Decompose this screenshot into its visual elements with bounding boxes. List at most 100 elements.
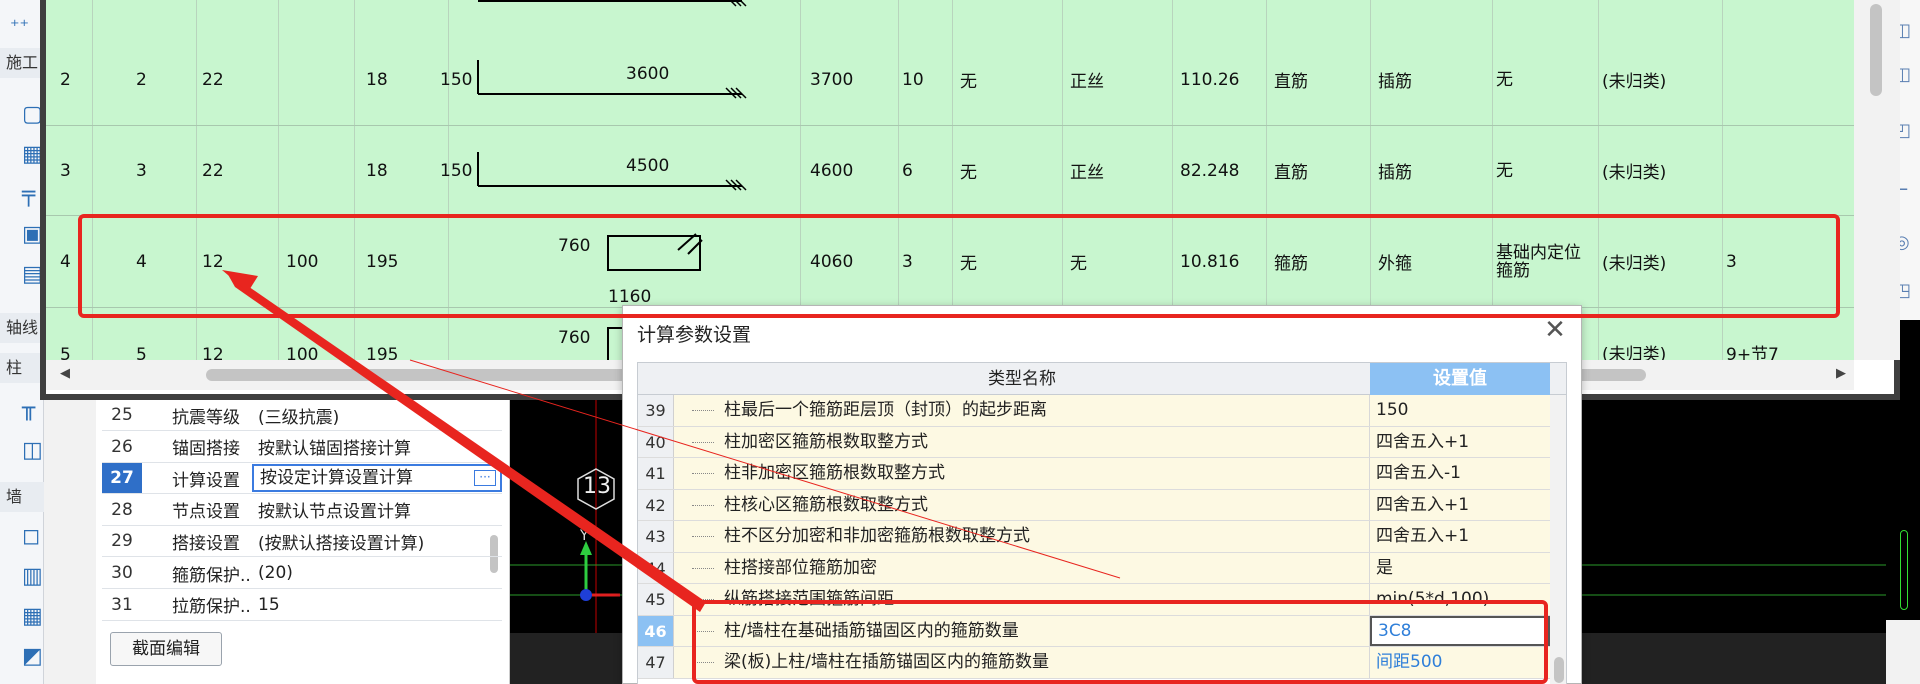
zoom-slider[interactable] <box>1900 530 1908 610</box>
section-edit-button[interactable]: 截面编辑 <box>110 632 222 666</box>
setting-value[interactable]: 四舍五入+1 <box>1370 489 1550 520</box>
cell-count: 3 <box>902 251 913 272</box>
cell-kind: 外箍 <box>1378 254 1412 274</box>
settings-row[interactable]: 40 柱加密区箍筋根数取整方式 四舍五入+1 <box>638 426 1550 458</box>
property-row[interactable]: 28 节点设置 按默认节点设置计算 <box>102 495 502 526</box>
cell-no: 3 <box>136 160 147 181</box>
property-value[interactable]: 15 <box>252 595 502 615</box>
cell-type: 直筋 <box>1274 72 1308 92</box>
property-value[interactable]: 按默认锚固搭接计算 <box>252 434 502 459</box>
settings-row[interactable]: 39 柱最后一个箍筋距层顶（封顶）的起步距离 150 <box>638 395 1550 427</box>
property-row[interactable]: 31 拉筋保护... 15 <box>102 590 502 621</box>
property-value[interactable]: 按设定计算设置计算 ··· <box>252 464 502 493</box>
cell-kind: 插筋 <box>1378 163 1412 183</box>
row-number: 41 <box>638 458 674 489</box>
column-cap-icon[interactable]: ◫ <box>22 438 48 464</box>
settings-row[interactable]: 43 柱不区分加密和非加密箍筋根数取整方式 四舍五入+1 <box>638 521 1550 553</box>
setting-name: 柱非加密区箍筋根数取整方式 <box>674 458 1370 489</box>
settings-row[interactable]: 47 梁(板)上柱/墙柱在插筋锚固区内的箍筋数量 间距500 <box>638 647 1550 679</box>
table-row[interactable]: 3 3 22 18 4600 6 无 正丝 82.248 直筋 插筋 无 (未归类) 150 4500 <box>46 126 1854 216</box>
property-row[interactable]: 29 搭接设置 (按默认搭接设置计算) <box>102 526 502 558</box>
axis-label: 13 <box>583 474 611 499</box>
setting-value[interactable]: 四舍五入+1 <box>1370 426 1550 457</box>
property-name: 计算设置 <box>172 470 240 491</box>
property-row[interactable]: 25 抗震等级 (三级抗震) <box>102 400 502 431</box>
setting-value[interactable]: 150 <box>1370 395 1550 426</box>
cell-col-a: 无 <box>960 254 977 274</box>
cell-length-col: 195 <box>366 251 399 272</box>
rebar-vscroll[interactable] <box>1854 0 1900 360</box>
shape-hook: 150 <box>440 160 473 181</box>
dialog-scrollbar[interactable] <box>1550 395 1566 684</box>
shape-hook: 760 <box>558 328 591 348</box>
wall-icon-2[interactable]: ▥ <box>22 564 48 590</box>
settings-row[interactable]: 41 柱非加密区箍筋根数取整方式 四舍五入-1 <box>638 458 1550 490</box>
cell-idx: 4 <box>60 251 71 272</box>
left-toolbar: ⁺⁺ 施工 ▢ ▦ ╤ ▣ ▤ 轴线 柱 ╥ ◫ 墙 ◻ ▥ ▦ ◩ <box>0 0 44 684</box>
property-number: 26 <box>111 436 133 457</box>
scroll-right-arrow-icon[interactable]: ▶ <box>1836 366 1846 381</box>
col-setting-value: 设置值 <box>1370 363 1550 395</box>
property-row[interactable]: 27 计算设置 按设定计算设置计算 ··· <box>102 463 502 495</box>
settings-row[interactable]: 45 纵筋搭接范围箍筋间距 min(5*d,100) <box>638 584 1550 616</box>
section-wall[interactable]: 墙 <box>0 482 44 512</box>
property-name: 拉筋保护... <box>172 597 252 618</box>
cell-note: 9+节7 <box>1726 345 1779 360</box>
settings-row[interactable]: 44 柱搭接部位箍筋加密是 <box>638 552 1550 584</box>
cell-dia: 12 <box>202 345 224 360</box>
setting-value[interactable]: 四舍五入+1 <box>1370 521 1550 552</box>
table-row[interactable]: 2 2 22 18 3700 10 无正丝 110.26 直筋 插筋无 (未归类) 150 3600 <box>46 34 1854 126</box>
property-row[interactable]: 30 箍筋保护... (20) <box>102 558 502 589</box>
setting-value[interactable]: 3C8 <box>1370 615 1550 646</box>
close-icon[interactable]: ✕ <box>1541 316 1569 344</box>
row-number: 47 <box>638 647 674 678</box>
property-value[interactable]: (三级抗震) <box>252 403 502 428</box>
row-number: 42 <box>638 489 674 520</box>
wall-icon-1[interactable]: ◻ <box>22 524 48 550</box>
property-row[interactable]: 26 锚固搭接 按默认锚固搭接计算 <box>102 432 502 463</box>
property-name: 锚固搭接 <box>172 439 240 460</box>
cell-cat: (未归类) <box>1602 254 1667 274</box>
property-value[interactable]: (按默认搭接设置计算) <box>252 529 502 554</box>
cell-col-a: 无 <box>960 72 977 92</box>
cell-extra: 无 <box>1496 69 1513 90</box>
more-options-button[interactable]: ··· <box>474 470 496 487</box>
cell-idx: 5 <box>60 345 71 360</box>
origin-marker <box>580 589 592 601</box>
section-column[interactable]: 柱 <box>0 353 44 383</box>
setting-name: 柱加密区箍筋根数取整方式 <box>674 426 1370 457</box>
settings-row[interactable]: 46 柱/墙柱在基础插筋锚固区内的箍筋数量 3C8 <box>638 615 1550 647</box>
cell-no: 5 <box>136 345 147 360</box>
setting-name: 柱搭接部位箍筋加密 <box>674 552 1370 583</box>
setting-value[interactable]: 是 <box>1370 552 1550 583</box>
cell-count: 10 <box>902 69 924 90</box>
cell-grade: 100 <box>286 345 319 360</box>
row-number: 39 <box>638 395 674 426</box>
property-value[interactable]: (20) <box>252 563 502 583</box>
cell-no: 4 <box>136 251 147 272</box>
setting-value[interactable]: min(5*d,100) <box>1370 584 1550 615</box>
setting-value[interactable]: 间距500 <box>1370 647 1550 678</box>
cell-weight: 10.816 <box>1180 251 1240 272</box>
cell-count: 6 <box>902 160 913 181</box>
cell-total: 4600 <box>810 160 854 181</box>
sparkle-icon[interactable]: ⁺⁺ <box>10 14 36 40</box>
cell-length-col: 195 <box>366 345 399 360</box>
scroll-left-arrow-icon[interactable]: ◀ <box>60 366 70 381</box>
setting-name: 柱不区分加密和非加密箍筋根数取整方式 <box>674 521 1370 552</box>
cell-type: 箍筋 <box>1274 254 1308 274</box>
wall-icon-4[interactable]: ◩ <box>22 644 48 670</box>
property-number: 25 <box>111 405 133 425</box>
section-axis[interactable]: 轴线 <box>0 313 44 343</box>
section-construction[interactable]: 施工 <box>0 48 44 78</box>
wall-icon-3[interactable]: ▦ <box>22 604 48 630</box>
cell-cat: (未归类) <box>1602 163 1667 183</box>
cell-no: 2 <box>136 69 147 90</box>
setting-name: 纵筋搭接范围箍筋间距 <box>674 584 1370 615</box>
property-value[interactable]: 按默认节点设置计算 <box>252 497 502 522</box>
table-row[interactable]: 4 4 12 100 195 4060 3 无 无 10.816 箍筋 外箍 基础内定位箍筋 (未归类) 3… <box>46 216 1854 308</box>
cell-cat: (未归类) <box>1602 345 1667 360</box>
setting-value[interactable]: 四舍五入-1 <box>1370 458 1550 489</box>
cell-dia: 22 <box>202 160 224 181</box>
settings-row[interactable]: 42 柱核心区箍筋根数取整方式 四舍五入+1 <box>638 489 1550 521</box>
